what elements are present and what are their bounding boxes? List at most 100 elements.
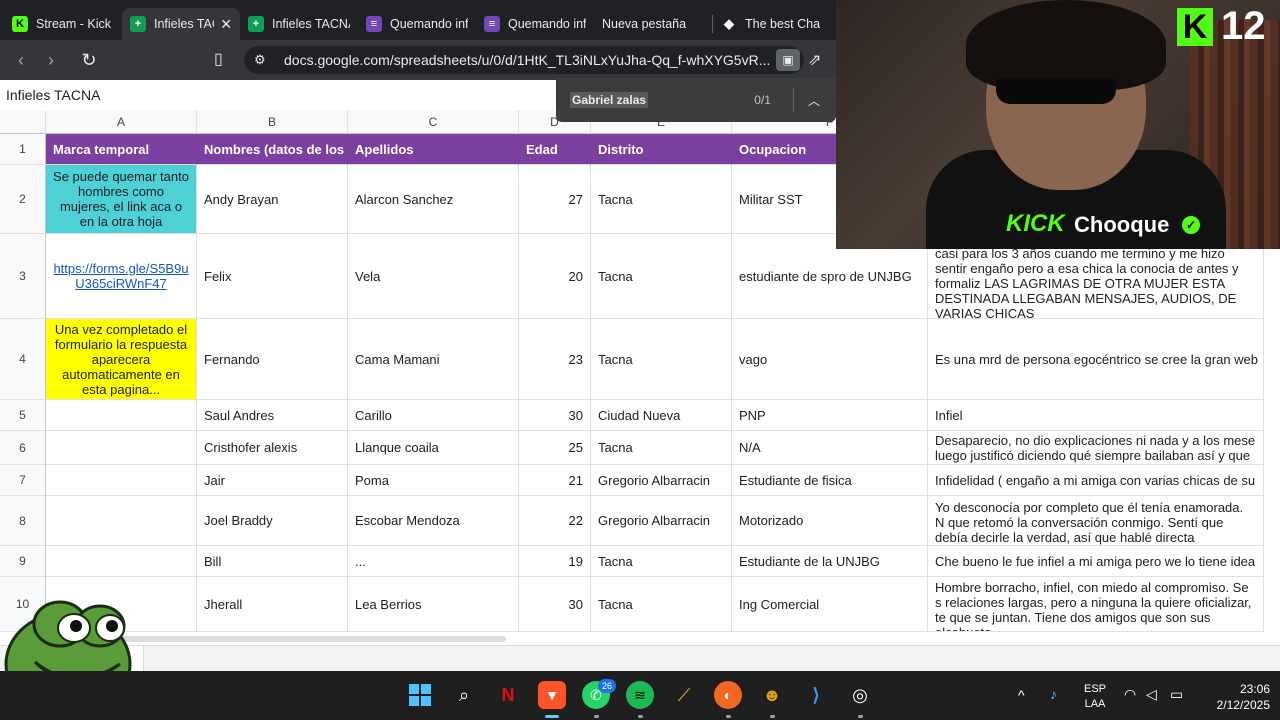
info-cell[interactable]	[46, 400, 197, 431]
column-header-b[interactable]: B	[197, 110, 348, 134]
occupation-cell[interactable]: Estudiante de la UNJBG	[732, 546, 928, 577]
surname-cell[interactable]: Llanque coaila	[348, 431, 519, 465]
age-cell[interactable]: 20	[519, 234, 591, 319]
district-cell[interactable]: Ciudad Nueva	[591, 400, 732, 431]
horizontal-scrollbar[interactable]	[120, 636, 506, 642]
chevron-up-icon[interactable]: ^	[1018, 687, 1025, 703]
tab-infieles[interactable]: + Infieles TACNA	[240, 8, 358, 40]
row-header[interactable]: 7	[0, 465, 46, 496]
url-text[interactable]: docs.google.com/spreadsheets/u/0/d/1HtK_…	[284, 52, 776, 68]
info-cell[interactable]	[46, 465, 197, 496]
form-link-cell[interactable]: https://forms.gle/S5B9uU365ciRWnF47	[46, 234, 197, 319]
description-cell[interactable]: Yo desconocía por completo que él tenía …	[928, 496, 1264, 546]
share-icon[interactable]: ⇗	[808, 50, 821, 70]
bookmark-icon[interactable]: ▯	[214, 49, 223, 69]
name-cell[interactable]: Felix	[197, 234, 348, 319]
info-cell[interactable]: Una vez completado el formulario la resp…	[46, 319, 197, 400]
row-header[interactable]: 3	[0, 234, 46, 319]
site-info-icon[interactable]: ⚙	[254, 52, 270, 68]
surname-cell[interactable]: Alarcon Sanchez	[348, 165, 519, 234]
app-character-icon[interactable]: ☻	[758, 681, 786, 709]
find-input[interactable]: Gabriel zalas	[570, 92, 649, 108]
name-cell[interactable]: Fernando	[197, 319, 348, 400]
surname-cell[interactable]: Lea Berrios	[348, 577, 519, 632]
description-cell[interactable]: Es una mrd de persona egocéntrico se cre…	[928, 319, 1264, 400]
tab-the-best[interactable]: ◆ The best Cha	[713, 8, 831, 40]
occupation-cell[interactable]: PNP	[732, 400, 928, 431]
extension-icon[interactable]: ▣	[776, 49, 800, 71]
info-cell[interactable]	[46, 496, 197, 546]
back-icon[interactable]: ‹	[6, 50, 36, 71]
chevron-up-icon[interactable]: ︿	[808, 92, 820, 109]
info-cell[interactable]	[46, 431, 197, 465]
district-cell[interactable]: Tacna	[591, 546, 732, 577]
occupation-cell[interactable]: N/A	[732, 431, 928, 465]
form-link[interactable]: https://forms.gle/S5B9uU365ciRWnF47	[53, 261, 189, 291]
windows-start-icon[interactable]	[406, 681, 434, 709]
age-cell[interactable]: 23	[519, 319, 591, 400]
district-cell[interactable]: Tacna	[591, 165, 732, 234]
brave-browser-icon[interactable]: ▼	[538, 681, 566, 709]
tab-nueva-pestana[interactable]: Nueva pestaña	[594, 8, 712, 40]
forward-icon[interactable]: ›	[36, 50, 66, 71]
occupation-cell[interactable]: Ing Comercial	[732, 577, 928, 632]
battery-icon[interactable]: ▭	[1170, 686, 1183, 703]
row-header[interactable]: 9	[0, 546, 46, 577]
tab-quemando-2[interactable]: ≡ Quemando infieles	[476, 8, 594, 40]
row-header[interactable]: 8	[0, 496, 46, 546]
header-cell[interactable]: Nombres (datos de los infieles)	[197, 134, 348, 165]
description-cell[interactable]: Hombre borracho, infiel, con miedo al co…	[928, 577, 1264, 632]
close-icon[interactable]: ✕	[220, 16, 232, 33]
reload-icon[interactable]: ↻	[74, 50, 104, 71]
row-header[interactable]: 5	[0, 400, 46, 431]
surname-cell[interactable]: Cama Mamani	[348, 319, 519, 400]
description-cell[interactable]: Infiel	[928, 400, 1264, 431]
occupation-cell[interactable]: vago	[732, 319, 928, 400]
search-icon[interactable]: ⌕	[450, 681, 478, 709]
district-cell[interactable]: Gregorio Albarracin	[591, 465, 732, 496]
column-header-c[interactable]: C	[348, 110, 519, 134]
age-cell[interactable]: 22	[519, 496, 591, 546]
language-indicator[interactable]: ESP LAA	[1078, 682, 1112, 712]
district-cell[interactable]: Tacna	[591, 577, 732, 632]
select-all-corner[interactable]	[0, 110, 46, 134]
surname-cell[interactable]: Vela	[348, 234, 519, 319]
surname-cell[interactable]: Poma	[348, 465, 519, 496]
district-cell[interactable]: Gregorio Albarracin	[591, 496, 732, 546]
description-cell[interactable]: Desaparecio, no dio explicaciones ni nad…	[928, 431, 1264, 465]
row-header[interactable]: 4	[0, 319, 46, 400]
surname-cell[interactable]: ...	[348, 546, 519, 577]
obs-icon[interactable]: ◎	[846, 681, 874, 709]
info-cell[interactable]: Se puede quemar tanto hombres como mujer…	[46, 165, 197, 234]
netflix-icon[interactable]: N	[494, 681, 522, 709]
header-cell[interactable]: Edad	[519, 134, 591, 165]
volume-icon[interactable]: ◁	[1146, 686, 1157, 703]
district-cell[interactable]: Tacna	[591, 431, 732, 465]
name-cell[interactable]: Cristhofer alexis	[197, 431, 348, 465]
column-header-a[interactable]: A	[46, 110, 197, 134]
system-clock[interactable]: 23:06 2/12/2025	[1190, 681, 1270, 713]
header-cell[interactable]: Distrito	[591, 134, 732, 165]
wifi-icon[interactable]: ◠	[1124, 686, 1136, 703]
age-cell[interactable]: 19	[519, 546, 591, 577]
name-cell[interactable]: Jherall	[197, 577, 348, 632]
tab-stream-kick[interactable]: K Stream - Kick	[4, 8, 122, 40]
age-cell[interactable]: 30	[519, 400, 591, 431]
occupation-cell[interactable]: Motorizado	[732, 496, 928, 546]
microphone-icon[interactable]: ♪	[1050, 686, 1057, 702]
info-cell[interactable]	[46, 546, 197, 577]
app-arrow-icon[interactable]: ⟋	[670, 681, 698, 709]
row-header[interactable]: 2	[0, 165, 46, 234]
district-cell[interactable]: Tacna	[591, 234, 732, 319]
description-cell[interactable]: Che bueno le fue infiel a mi amiga pero …	[928, 546, 1264, 577]
row-header[interactable]: 1	[0, 134, 46, 165]
surname-cell[interactable]: Carillo	[348, 400, 519, 431]
spotify-icon[interactable]: ≋	[626, 681, 654, 709]
name-cell[interactable]: Andy Brayan	[197, 165, 348, 234]
address-bar[interactable]: ⚙ docs.google.com/spreadsheets/u/0/d/1Ht…	[244, 46, 804, 74]
occupation-cell[interactable]: Estudiante de fisica	[732, 465, 928, 496]
name-cell[interactable]: Joel Braddy	[197, 496, 348, 546]
header-cell[interactable]: Apellidos	[348, 134, 519, 165]
age-cell[interactable]: 21	[519, 465, 591, 496]
header-cell[interactable]: Marca temporal	[46, 134, 197, 165]
